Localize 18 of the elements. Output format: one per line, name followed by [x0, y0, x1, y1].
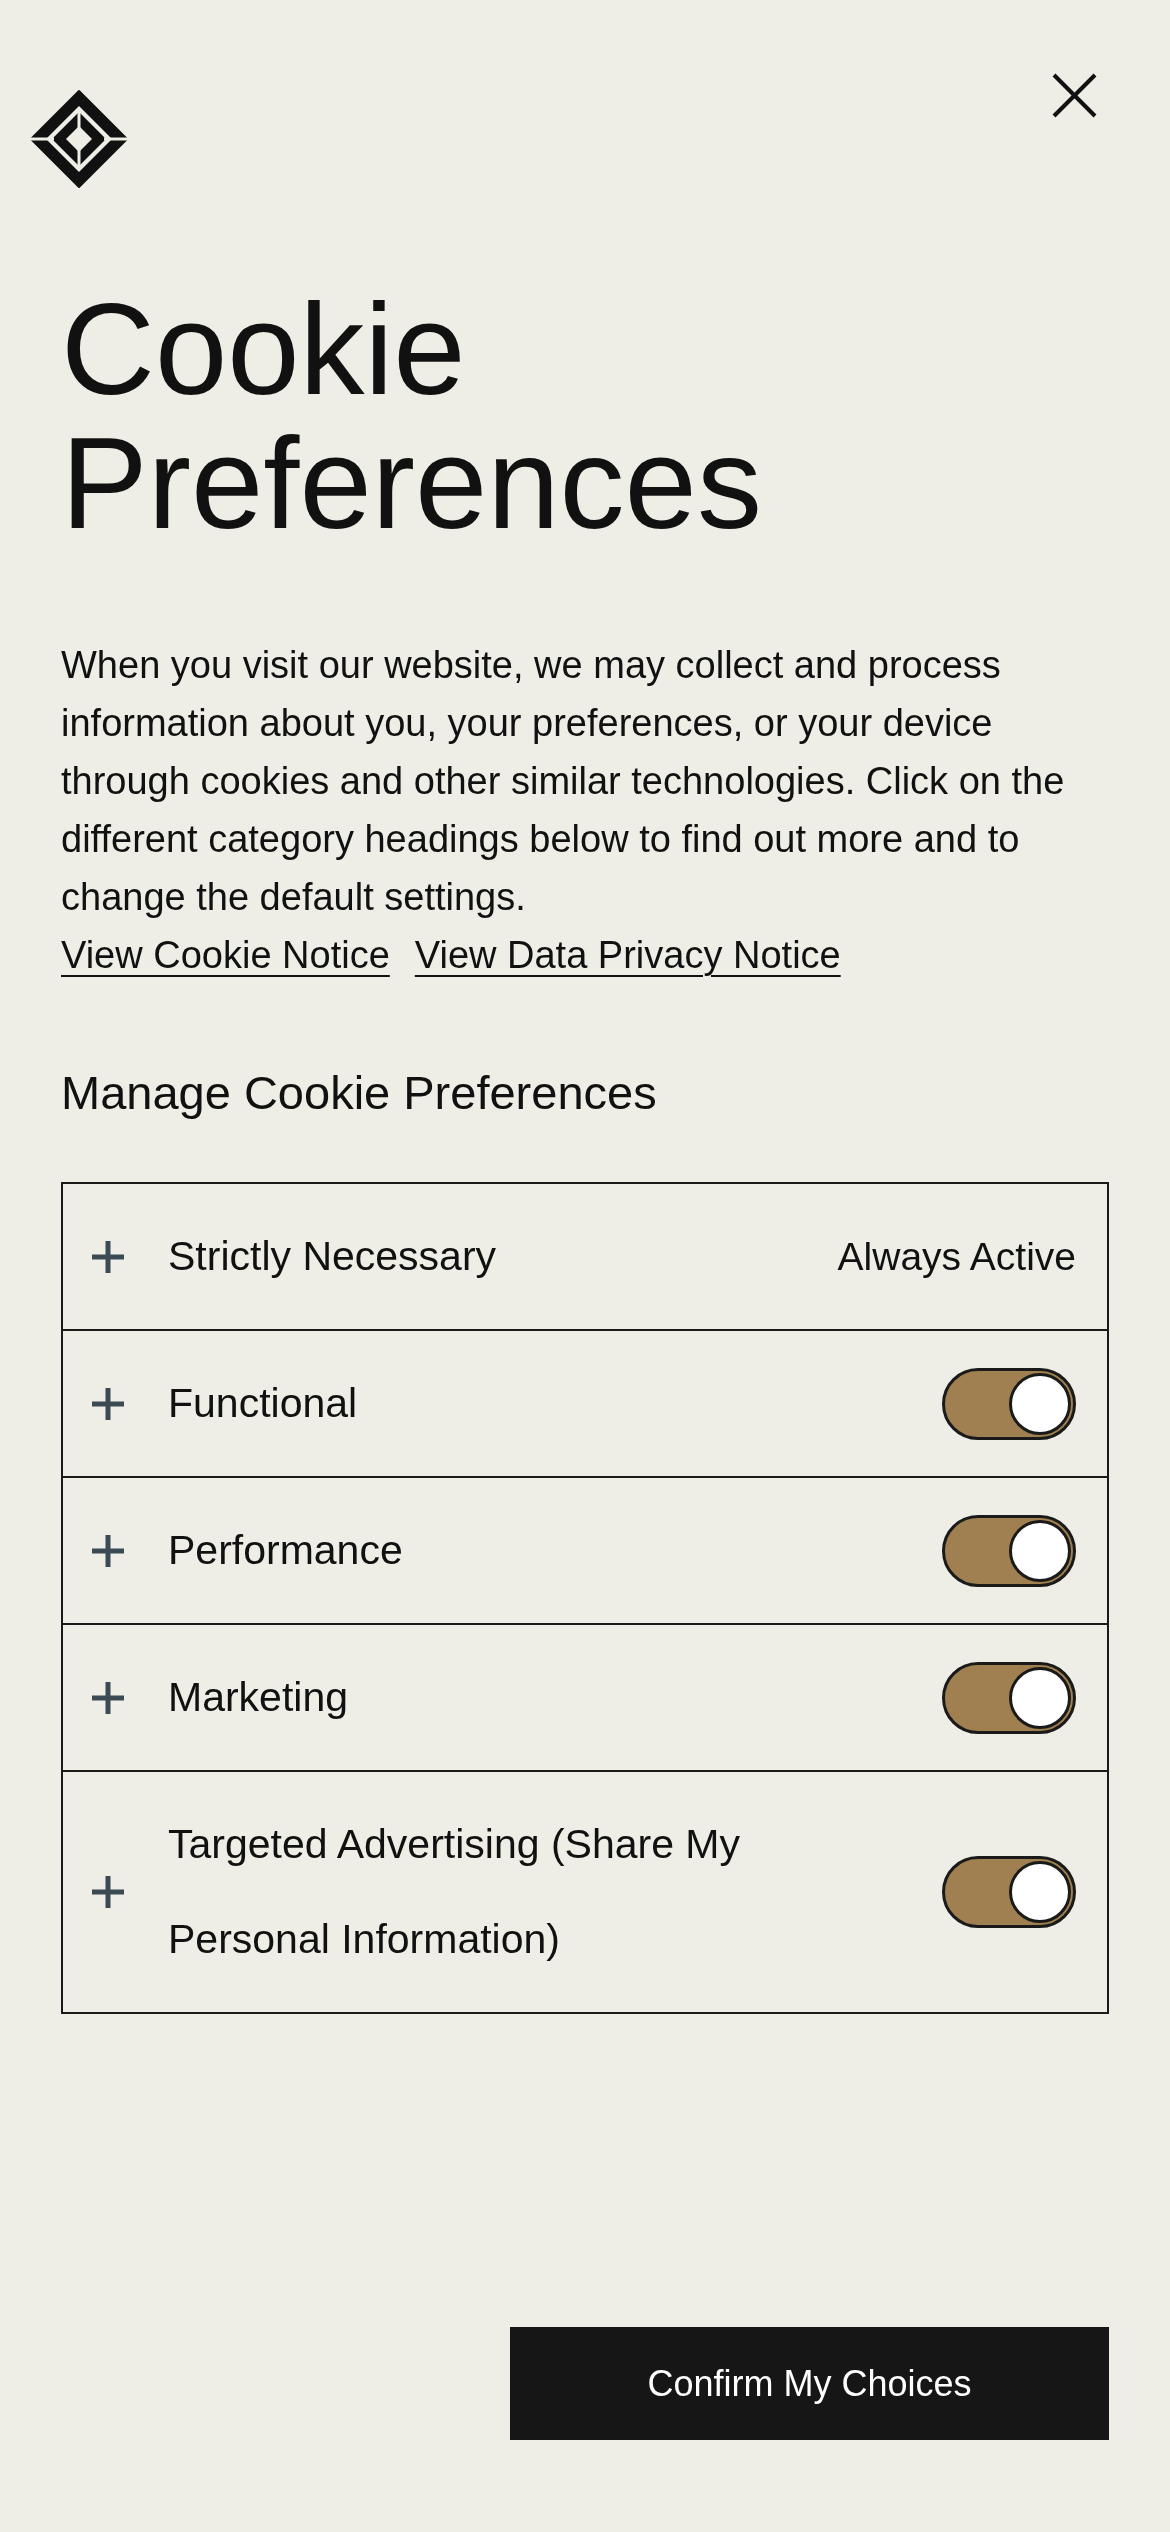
plus-icon[interactable]	[92, 1876, 124, 1908]
plus-icon[interactable]	[92, 1387, 124, 1420]
category-label[interactable]: Performance	[168, 1503, 403, 1598]
category-label[interactable]: Strictly Necessary	[168, 1209, 497, 1304]
category-label[interactable]: Targeted Advertising (Share My Personal Information)	[168, 1797, 818, 1987]
category-label[interactable]: Marketing	[168, 1650, 348, 1745]
page-title: Cookie Preferences	[61, 282, 763, 550]
section-heading: Manage Cookie Preferences	[61, 1065, 658, 1121]
plus-icon[interactable]	[92, 1681, 124, 1714]
notice-link[interactable]: View Data Privacy Notice	[414, 926, 841, 984]
always-active-status: Always Active	[837, 1234, 1076, 1280]
intro-paragraph: When you visit our website, we may collect and process information about you, your preferences, or your device through cookies and other similar technologies. Click on the different category headings below to find out more and to change the default settings.	[61, 643, 1066, 920]
close-button[interactable]	[1052, 73, 1097, 118]
notice-link[interactable]: View Cookie Notice	[61, 926, 390, 984]
plus-icon[interactable]	[92, 1240, 124, 1273]
confirm-button[interactable]: Confirm My Choices	[510, 2327, 1109, 2440]
plus-icon[interactable]	[92, 1534, 124, 1567]
category-label[interactable]: Functional	[168, 1356, 358, 1451]
